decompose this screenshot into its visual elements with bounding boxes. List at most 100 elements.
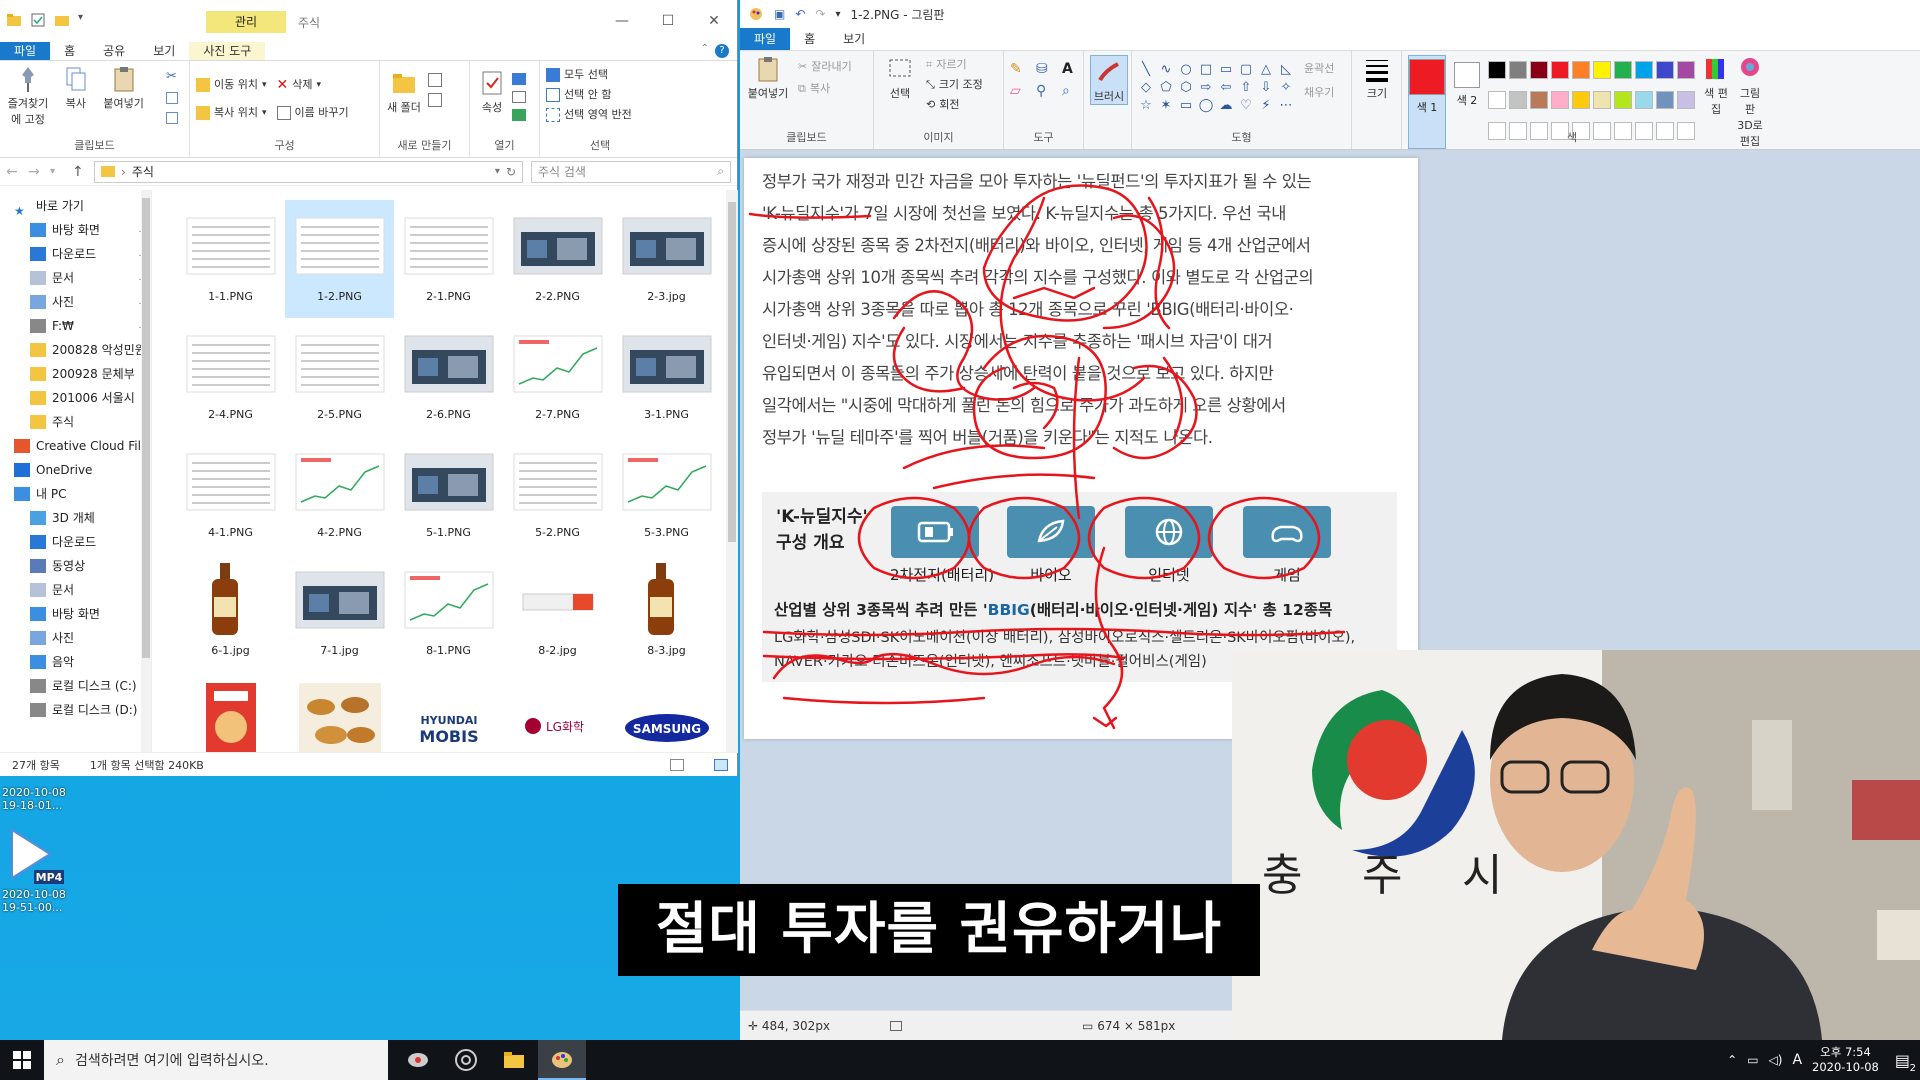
network-icon[interactable]: ▭ [1747,1053,1758,1067]
clock[interactable]: 오후 7:54 2020-10-08 [1812,1045,1879,1075]
paste-button[interactable]: 붙여넣기 [102,65,146,111]
close-button[interactable]: ✕ [691,0,737,42]
select-button[interactable]: 선택 [880,55,920,115]
palette-swatch[interactable] [1509,61,1527,79]
nav-item[interactable]: 200928 문체부 [0,362,151,386]
shape-option-icon[interactable]: ⇦ [1218,79,1234,95]
nav-item[interactable]: 바탕 화면 [0,602,151,626]
palette-swatch[interactable] [1635,91,1653,110]
shape-option-icon[interactable]: ⚡ [1258,97,1274,113]
nav-scrollbar[interactable] [141,190,151,752]
nav-item[interactable]: 사진 [0,626,151,650]
breadcrumb[interactable]: 주식 [132,163,154,180]
refresh-icon[interactable]: ↻ [506,165,516,179]
file-item[interactable]: 1-2.PNG [285,200,394,318]
file-item[interactable]: 4-2.PNG [285,436,394,554]
file-item[interactable]: 1-1.PNG [176,200,285,318]
crop-button[interactable]: ⌗ 자르기 [926,55,983,75]
chevron-up-icon[interactable]: ⌃ [1727,1053,1737,1067]
shape-option-icon[interactable]: ☁ [1218,97,1234,113]
nav-item[interactable]: 음악 [0,650,151,674]
file-item[interactable]: 7-1.jpg [285,554,394,672]
file-item[interactable]: SAMSUNG [612,672,721,752]
tab-file[interactable]: 파일 [740,28,791,50]
shape-option-icon[interactable]: ◺ [1278,61,1294,77]
nav-item[interactable]: 주식 [0,410,151,434]
file-item[interactable]: 2-4.PNG [176,318,285,436]
shape-option-icon[interactable]: ✧ [1278,79,1294,95]
fill-button[interactable]: 채우기 [1304,83,1334,103]
shape-option-icon[interactable]: ╲ [1138,61,1154,77]
select-all-button[interactable]: 모두 선택 [546,65,654,85]
nav-item[interactable]: 동영상 [0,554,151,578]
maximize-button[interactable]: ☐ [645,0,691,42]
fill-bucket-icon[interactable]: ⛁ [1036,61,1056,77]
nav-item[interactable]: OneDrive [0,458,151,482]
palette-swatch[interactable] [1677,61,1695,79]
nav-item[interactable]: ★ 바로 가기 [0,194,151,218]
file-item[interactable] [285,672,394,752]
history-icon[interactable] [512,109,526,121]
palette-swatch[interactable] [1488,91,1506,110]
properties-button[interactable]: 속성 [476,69,508,121]
nav-item[interactable]: 문서 [0,578,151,602]
paste-shortcut-icon[interactable] [166,112,178,124]
taskbar-app-capture[interactable] [394,1040,442,1080]
copy-button[interactable]: 복사 [54,65,98,111]
copy-path-icon[interactable] [166,92,178,104]
chevron-down-icon[interactable]: ▾ [835,9,840,20]
shape-option-icon[interactable]: ⋯ [1278,97,1294,113]
new-folder-button[interactable]: 새 폴더 [386,69,422,115]
folder-icon[interactable] [6,12,22,28]
move-to-button[interactable]: 이동 위치 ▾ [196,75,267,95]
shape-option-icon[interactable]: ♡ [1238,97,1254,113]
copy-to-button[interactable]: 복사 위치 ▾ [196,103,267,123]
file-item[interactable]: 2-3.jpg [612,200,721,318]
palette-swatch[interactable] [1614,61,1632,79]
nav-item[interactable]: Creative Cloud Fil [0,434,151,458]
nav-item[interactable]: 문서⊥ [0,266,151,290]
properties-icon[interactable] [30,12,46,28]
resize-button[interactable]: ⤡ 크기 조정 [926,75,983,95]
ime-indicator[interactable]: A [1792,1052,1802,1068]
tab-view[interactable]: 보기 [139,42,189,60]
nav-item[interactable]: 200828 악성민원 [0,338,151,362]
shape-option-icon[interactable]: ◇ [1138,79,1154,95]
notification-center-icon[interactable]: ▤ 2 [1895,1051,1916,1074]
chevron-down-icon[interactable]: ▾ [78,12,94,28]
redo-icon[interactable]: ↷ [815,7,825,21]
rename-button[interactable]: 이름 바꾸기 [276,103,349,123]
easy-access-icon[interactable] [428,93,442,107]
chevron-down-icon[interactable]: ▾ [50,166,64,177]
file-item[interactable]: 5-1.PNG [394,436,503,554]
up-arrow-icon[interactable]: ↑ [72,164,86,180]
cut-button[interactable]: ✂ 잘라내기 [798,57,852,77]
nav-item[interactable]: 로컬 디스크 (D:) [0,698,151,722]
palette-swatch[interactable] [1509,91,1527,110]
file-item[interactable]: 2-7.PNG [503,318,612,436]
file-scrollbar[interactable] [726,190,738,752]
file-item[interactable]: LG화학 [503,672,612,752]
back-arrow-icon[interactable]: ← [6,164,20,180]
shape-option-icon[interactable]: ○ [1178,61,1194,77]
nav-item[interactable]: 사진⊥ [0,290,151,314]
chevron-up-icon[interactable]: ⌃ [701,43,709,54]
address-input[interactable]: › 주식 ▾ ↻ [94,160,523,183]
file-item[interactable]: 2-1.PNG [394,200,503,318]
new-folder-icon[interactable] [54,12,70,28]
shape-option-icon[interactable]: ⇩ [1258,79,1274,95]
shape-option-icon[interactable]: ⬠ [1158,79,1174,95]
palette-swatch[interactable] [1551,91,1569,110]
palette-swatch[interactable] [1572,91,1590,110]
palette-swatch[interactable] [1635,61,1653,79]
palette-swatch[interactable] [1656,61,1674,79]
palette-swatch[interactable] [1530,61,1548,79]
palette-swatch[interactable] [1551,61,1569,79]
paste-button[interactable]: 붙여넣기 [746,55,790,101]
palette-swatch[interactable] [1488,61,1506,79]
tab-view[interactable]: 보기 [829,28,879,50]
palette-swatch[interactable] [1677,91,1695,110]
palette-swatch[interactable] [1572,61,1590,79]
shape-option-icon[interactable]: ✶ [1158,97,1174,113]
file-item[interactable]: 6-1.jpg [176,554,285,672]
